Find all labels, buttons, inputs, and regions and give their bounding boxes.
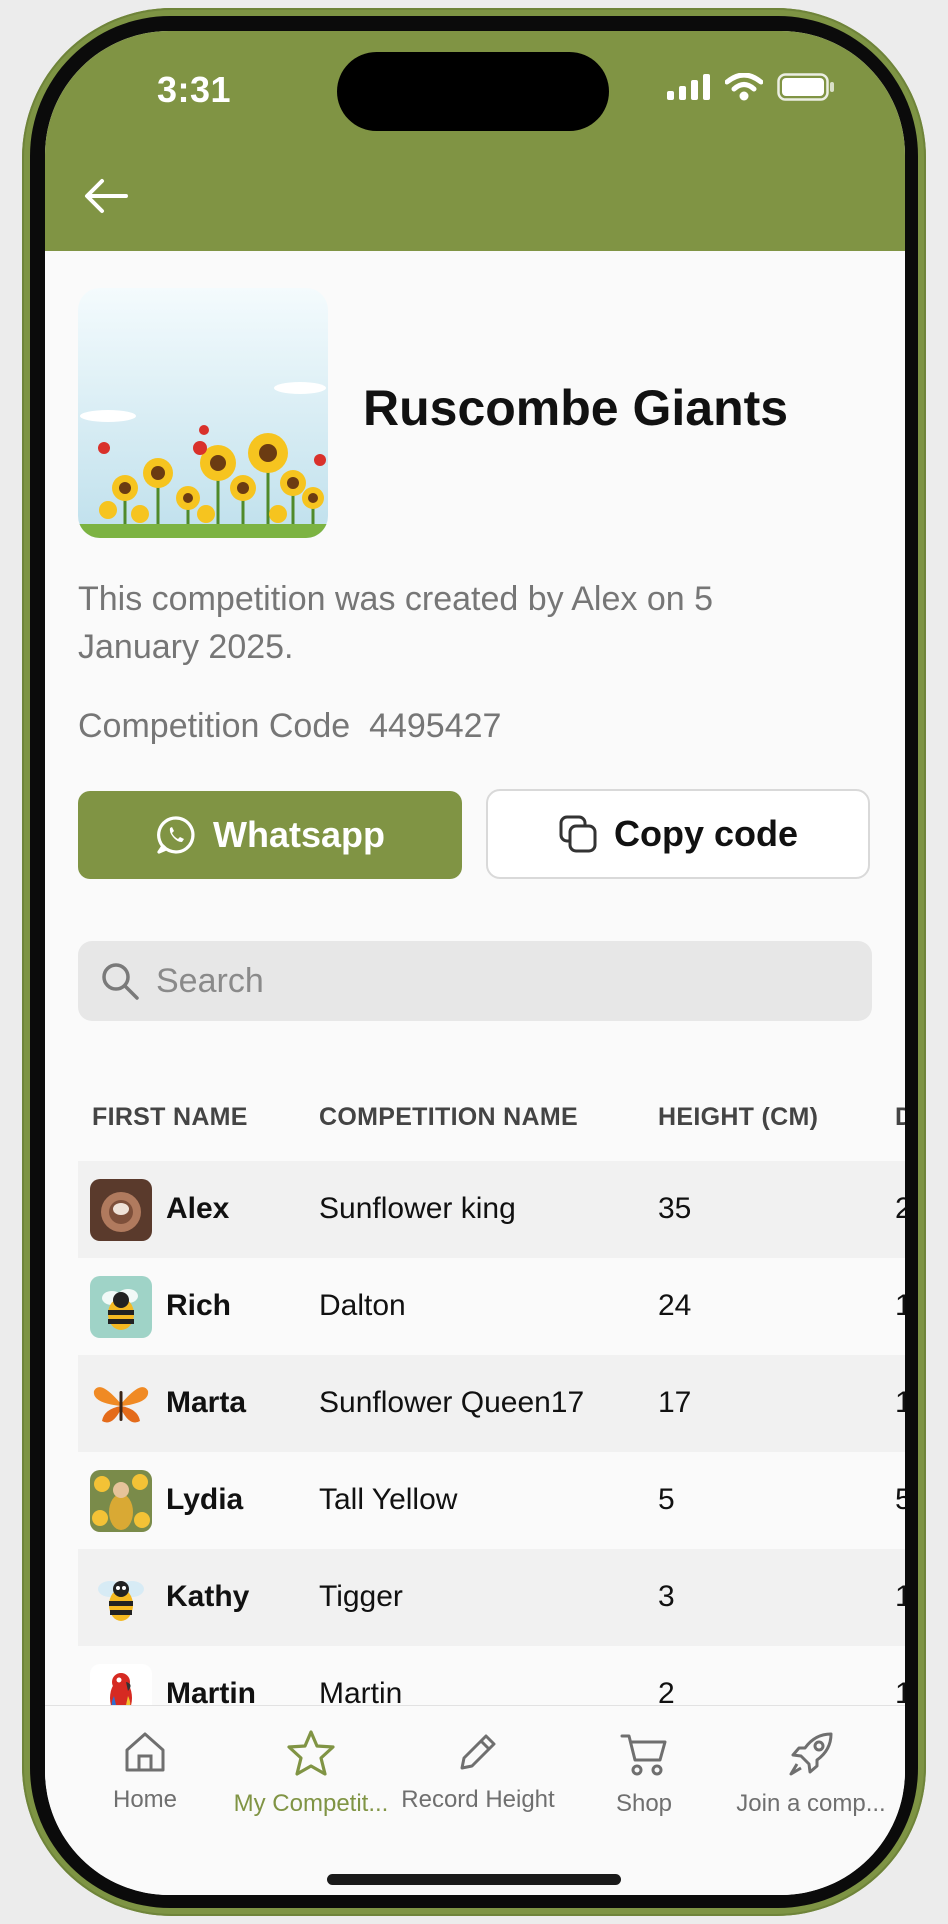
competition-name-cell: Dalton	[319, 1289, 406, 1322]
star-icon	[287, 1730, 335, 1776]
bee-avatar	[90, 1567, 152, 1629]
bottom-nav: Home My Competit... Record Height Shop J…	[45, 1705, 905, 1895]
extra-cell: 5	[895, 1483, 905, 1516]
extra-cell: 2	[895, 1192, 905, 1225]
nav-record-height[interactable]: Record Height	[398, 1728, 558, 1814]
creation-info: This competition was created by Alex on …	[78, 580, 713, 666]
whatsapp-icon	[157, 816, 195, 854]
photo-avatar	[90, 1179, 152, 1241]
competition-name-cell: Sunflower Queen17	[319, 1386, 585, 1419]
first-name-cell: Alex	[166, 1192, 230, 1225]
nav-record-height-label: Record Height	[401, 1786, 555, 1813]
participants-table: FIRST NAME COMPETITION NAME HEIGHT (CM) …	[78, 1071, 905, 1743]
copy-code-label: Copy code	[613, 813, 799, 854]
first-name-cell: Rich	[166, 1289, 232, 1322]
table-row[interactable]: Kathy Tigger 3 1	[78, 1549, 905, 1646]
table-row[interactable]: Lydia Tall Yellow 5 5	[78, 1452, 905, 1549]
copy-icon	[559, 815, 597, 853]
wifi-icon	[725, 73, 763, 101]
table-row[interactable]: Rich Dalton 24 1	[78, 1258, 905, 1355]
rocket-icon	[789, 1732, 833, 1776]
column-first-name[interactable]: FIRST NAME	[92, 1103, 248, 1132]
first-name-cell: Marta	[166, 1386, 247, 1419]
nav-home-label: Home	[112, 1786, 178, 1813]
battery-icon	[777, 73, 834, 101]
status-icons	[667, 73, 835, 101]
nav-my-competitions-label: My Competit...	[233, 1790, 389, 1817]
nav-shop-label: Shop	[615, 1790, 673, 1817]
table-row[interactable]: Marta Sunflower Queen17 17 1	[78, 1355, 905, 1452]
whatsapp-button[interactable]: Whatsapp	[78, 791, 462, 879]
competition-code-row: Competition Code 4495427	[78, 707, 501, 746]
extra-cell: 1	[895, 1289, 905, 1322]
butterfly-avatar	[90, 1373, 152, 1435]
competition-title: Ruscombe Giants	[363, 380, 789, 436]
nav-join-competition[interactable]: Join a comp...	[731, 1728, 891, 1818]
extra-cell: 1	[895, 1386, 905, 1419]
back-button[interactable]	[79, 169, 133, 223]
table-header: FIRST NAME COMPETITION NAME HEIGHT (CM) …	[78, 1071, 905, 1161]
competition-image	[78, 288, 328, 538]
height-cell: 17	[658, 1386, 692, 1419]
height-cell: 5	[658, 1483, 675, 1516]
height-cell: 3	[658, 1580, 675, 1613]
column-extra[interactable]: D	[895, 1103, 905, 1132]
status-time: 3:31	[157, 69, 232, 110]
competition-name-cell: Tall Yellow	[319, 1483, 458, 1516]
pencil-icon	[460, 1734, 496, 1770]
first-name-cell: Kathy	[166, 1580, 250, 1613]
cart-icon	[620, 1734, 667, 1776]
search-icon	[102, 963, 139, 1000]
sunflower-figure-avatar	[90, 1470, 152, 1532]
app-header: 3:31	[45, 31, 905, 251]
nav-join-competition-label: Join a comp...	[736, 1790, 886, 1817]
dynamic-island	[337, 52, 609, 131]
extra-cell: 1	[895, 1580, 905, 1613]
arrow-left-icon	[85, 179, 128, 213]
competition-code-label: Competition Code	[78, 707, 351, 745]
height-cell: 24	[658, 1289, 692, 1322]
search-bar	[78, 941, 872, 1021]
first-name-cell: Lydia	[166, 1483, 244, 1516]
competition-name-cell: Tigger	[319, 1580, 403, 1613]
app-screen: 3:31 Ruscombe Giants This competition wa…	[45, 31, 905, 1895]
competition-name-cell: Sunflower king	[319, 1192, 516, 1225]
competition-code-value: 4495427	[369, 707, 502, 745]
whatsapp-label: Whatsapp	[212, 814, 385, 855]
height-cell: 35	[658, 1192, 692, 1225]
nav-shop[interactable]: Shop	[564, 1728, 724, 1818]
column-height[interactable]: HEIGHT (CM)	[658, 1103, 818, 1132]
nav-home[interactable]: Home	[65, 1728, 225, 1814]
search-input[interactable]	[154, 960, 838, 1002]
nav-my-competitions[interactable]: My Competit...	[231, 1728, 391, 1818]
signal-icon	[667, 74, 710, 100]
home-icon	[125, 1732, 165, 1772]
home-indicator	[327, 1874, 621, 1885]
table-row[interactable]: Alex Sunflower king 35 2	[78, 1161, 905, 1258]
bee-avatar	[90, 1276, 152, 1338]
copy-code-button[interactable]: Copy code	[486, 789, 870, 879]
column-competition-name[interactable]: COMPETITION NAME	[319, 1103, 578, 1132]
